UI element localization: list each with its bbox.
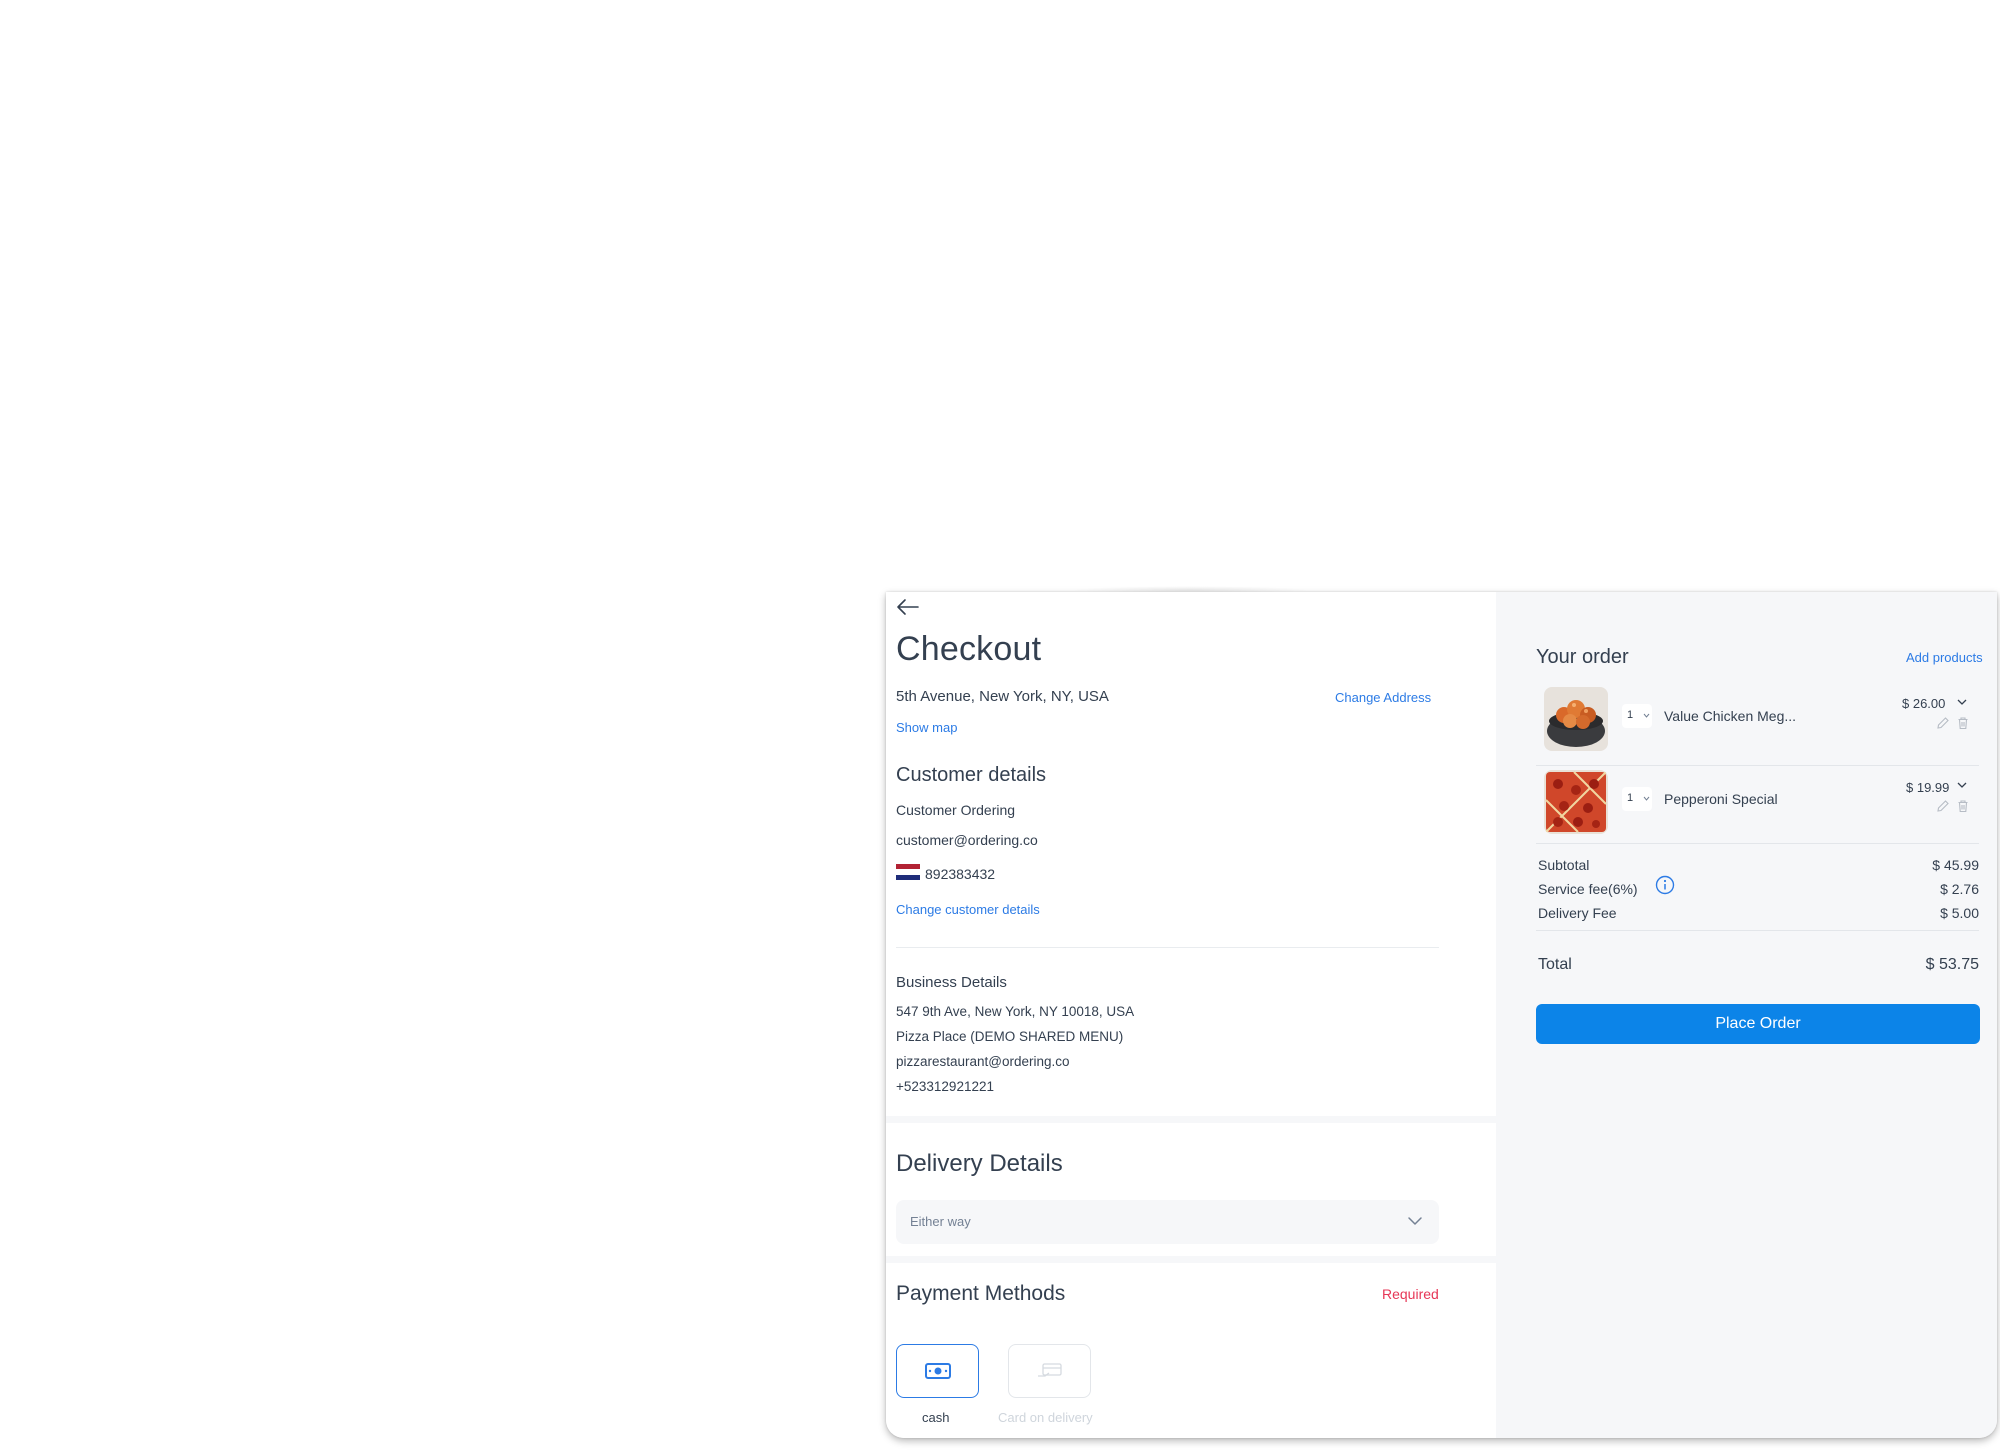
quantity-value: 1: [1627, 792, 1634, 804]
quantity-select-item-1[interactable]: 1: [1622, 704, 1652, 728]
section-separator: [886, 1256, 1496, 1263]
item-divider: [1536, 843, 1979, 844]
page-title: Checkout: [896, 630, 1042, 668]
quantity-select-item-2[interactable]: 1: [1622, 787, 1652, 811]
payment-method-cash[interactable]: [896, 1344, 979, 1398]
product-name: Pepperoni Special: [1664, 791, 1778, 807]
business-phone: +523312921221: [896, 1079, 994, 1094]
checkout-form-panel: Checkout 5th Avenue, New York, NY, USA C…: [886, 592, 1496, 1438]
total-value: $ 53.75: [1925, 956, 1979, 973]
required-label: Required: [1382, 1286, 1439, 1302]
trash-icon[interactable]: [1956, 799, 1970, 813]
chevron-down-icon: [1643, 713, 1650, 718]
edit-icon[interactable]: [1936, 716, 1950, 730]
business-name: Pizza Place (DEMO SHARED MENU): [896, 1029, 1124, 1044]
chevron-down-icon: [1643, 796, 1650, 801]
change-customer-details-link[interactable]: Change customer details: [896, 902, 1040, 917]
delivery-option-value: Either way: [910, 1214, 971, 1229]
country-flag-icon: [896, 864, 920, 880]
customer-phone: 892383432: [925, 866, 996, 882]
delivery-option-select[interactable]: Either way: [896, 1200, 1439, 1244]
payment-label-card-on-delivery: Card on delivery: [998, 1410, 1093, 1425]
section-divider: [896, 947, 1439, 948]
product-price: $ 19.99: [1906, 780, 1950, 795]
show-map-link[interactable]: Show map: [896, 720, 957, 735]
customer-details-title: Customer details: [896, 764, 1047, 786]
change-address-link[interactable]: Change Address: [1335, 690, 1431, 705]
service-fee-value: $ 2.76: [1940, 881, 1979, 897]
business-email: pizzarestaurant@ordering.co: [896, 1054, 1070, 1069]
card-icon: [1038, 1363, 1062, 1377]
order-summary-panel: Your order Add products 1 Value Chicken …: [1496, 592, 1997, 1438]
item-divider: [1536, 765, 1979, 766]
info-icon[interactable]: [1655, 875, 1675, 895]
add-products-link[interactable]: Add products: [1906, 650, 1983, 665]
business-address: 547 9th Ave, New York, NY 10018, USA: [896, 1004, 1135, 1019]
payment-label-cash: cash: [922, 1410, 950, 1425]
customer-email: customer@ordering.co: [896, 832, 1038, 848]
customer-name: Customer Ordering: [896, 802, 1016, 818]
edit-icon[interactable]: [1936, 799, 1950, 813]
section-separator: [886, 1116, 1496, 1123]
checkout-window: Checkout 5th Avenue, New York, NY, USA C…: [886, 592, 1997, 1438]
payment-method-card-on-delivery[interactable]: [1008, 1344, 1091, 1398]
back-arrow-icon[interactable]: [896, 598, 920, 616]
chevron-down-icon[interactable]: [1957, 699, 1967, 706]
delivery-details-title: Delivery Details: [896, 1150, 1063, 1177]
total-label: Total: [1538, 956, 1572, 973]
chevron-down-icon: [1408, 1217, 1422, 1225]
quantity-value: 1: [1627, 709, 1634, 721]
product-price: $ 26.00: [1902, 696, 1946, 711]
delivery-fee-label: Delivery Fee: [1538, 905, 1617, 921]
trash-icon[interactable]: [1956, 716, 1970, 730]
summary-divider: [1536, 930, 1979, 931]
your-order-title: Your order: [1536, 646, 1629, 668]
product-image-pizza: [1544, 770, 1608, 834]
delivery-fee-value: $ 5.00: [1940, 905, 1979, 921]
service-fee-label: Service fee(6%): [1538, 881, 1638, 897]
payment-methods-title: Payment Methods: [896, 1282, 1066, 1305]
business-details-title: Business Details: [896, 974, 1007, 991]
place-order-button[interactable]: Place Order: [1536, 1004, 1980, 1044]
product-image-chicken: [1544, 687, 1608, 751]
product-name: Value Chicken Meg...: [1664, 708, 1797, 724]
subtotal-value: $ 45.99: [1932, 857, 1979, 873]
delivery-address: 5th Avenue, New York, NY, USA: [896, 688, 1109, 705]
chevron-down-icon[interactable]: [1957, 782, 1967, 789]
subtotal-label: Subtotal: [1538, 857, 1590, 873]
cash-icon: [925, 1363, 951, 1379]
